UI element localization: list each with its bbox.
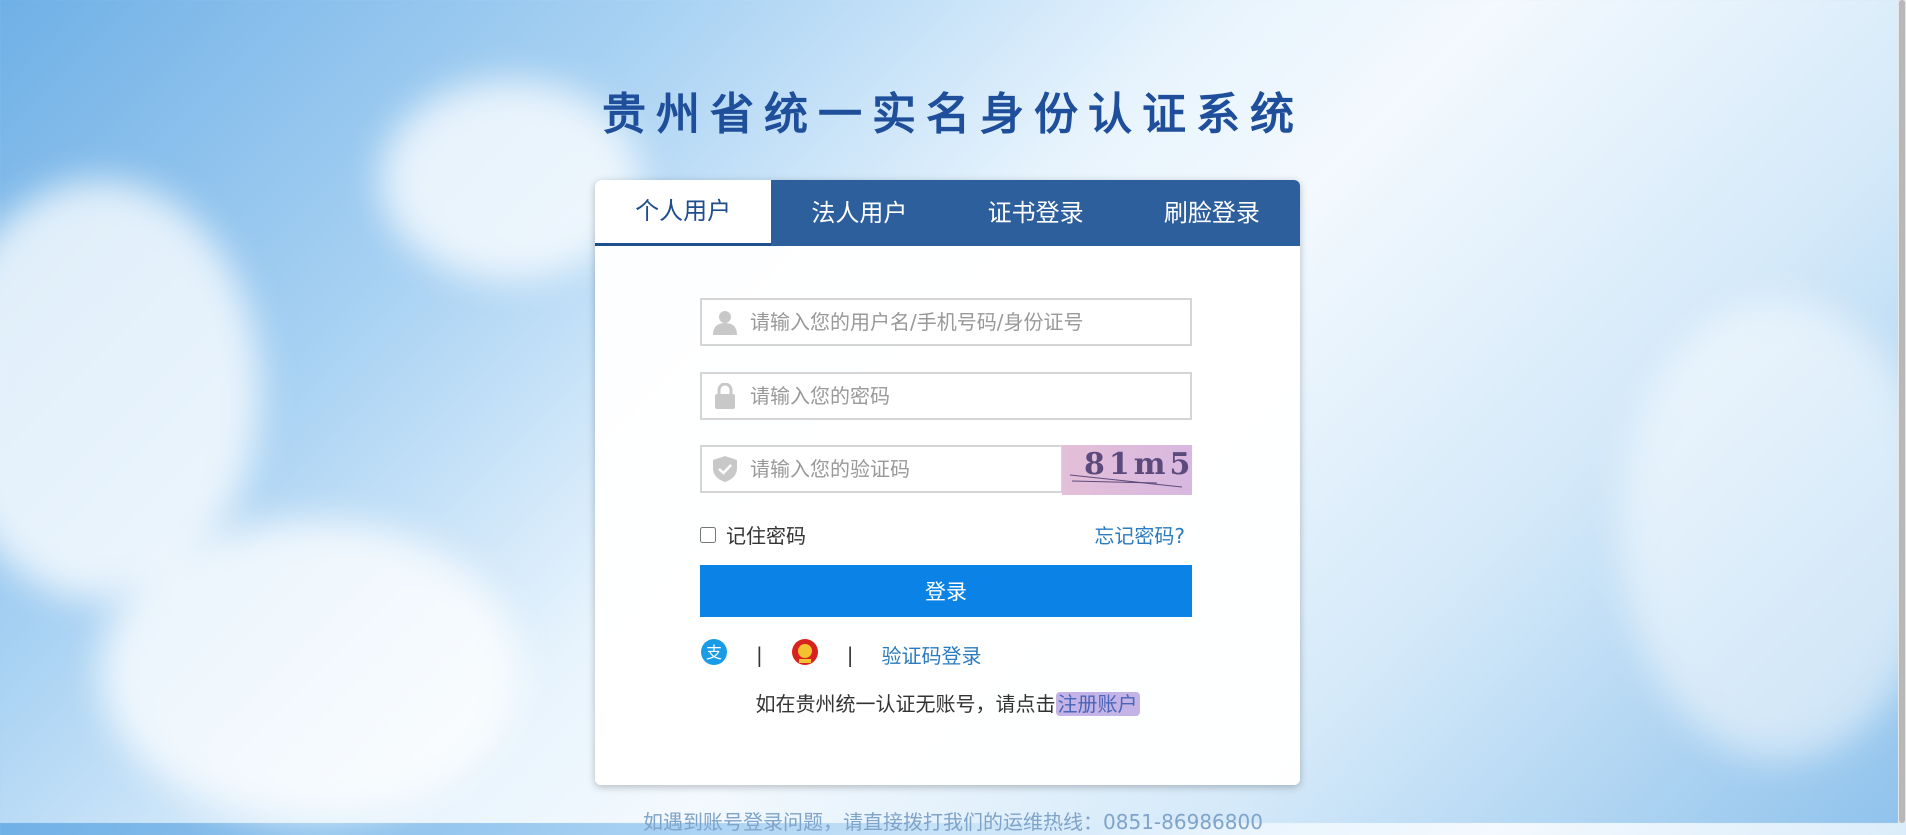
username-input[interactable] [748, 299, 1190, 345]
tab-personal-user[interactable]: 个人用户 [595, 180, 772, 246]
register-prompt: 如在贵州统一认证无账号，请点击 注册账户 [595, 688, 1300, 717]
captcha-input[interactable] [748, 446, 1061, 492]
background-cloud [100, 520, 520, 820]
svg-text:支: 支 [706, 643, 722, 662]
lock-icon [702, 383, 748, 409]
page-scrollbar[interactable] [1898, 0, 1906, 823]
tab-legal-user[interactable]: 法人用户 [771, 180, 947, 246]
national-emblem-icon[interactable] [791, 638, 819, 671]
scrollbar-thumb[interactable] [1899, 0, 1905, 823]
forgot-password-link[interactable]: 忘记密码? [1094, 520, 1185, 549]
captcha-image[interactable]: 81m5 [1062, 445, 1192, 495]
footer-hotline: 如遇到账号登录问题，请直接拨打我们的运维热线：0851-86986800 [643, 810, 1263, 834]
tab-certificate-login[interactable]: 证书登录 [948, 180, 1124, 246]
register-account-link[interactable]: 注册账户 [1055, 692, 1140, 716]
username-field [700, 298, 1192, 346]
remember-password-checkbox[interactable] [700, 526, 716, 543]
register-prompt-text: 如在贵州统一认证无账号，请点击 [755, 692, 1056, 716]
alternative-login-row: 支 | | 验证码登录 [700, 638, 982, 671]
separator: | [756, 642, 763, 667]
login-card: 个人用户 法人用户 证书登录 刷脸登录 81m5 记住密码 忘记密码? 登录 [595, 180, 1300, 785]
captcha-noise-lines [1069, 474, 1183, 488]
background-cloud [1620, 300, 1906, 760]
sms-code-login-link[interactable]: 验证码登录 [882, 640, 982, 669]
remember-password-label: 记住密码 [726, 524, 806, 548]
remember-password[interactable]: 记住密码 [700, 520, 806, 549]
page-title: 贵州省统一实名身份认证系统 [602, 89, 1304, 140]
separator: | [846, 642, 854, 667]
captcha-field [700, 445, 1063, 493]
login-button[interactable]: 登录 [700, 565, 1192, 617]
shield-check-icon [702, 456, 748, 482]
tab-face-login[interactable]: 刷脸登录 [1124, 180, 1300, 246]
password-input[interactable] [748, 373, 1190, 419]
user-icon [702, 309, 748, 335]
password-field [700, 372, 1192, 420]
login-tabs: 个人用户 法人用户 证书登录 刷脸登录 [595, 180, 1300, 246]
alipay-icon[interactable]: 支 [700, 638, 728, 671]
